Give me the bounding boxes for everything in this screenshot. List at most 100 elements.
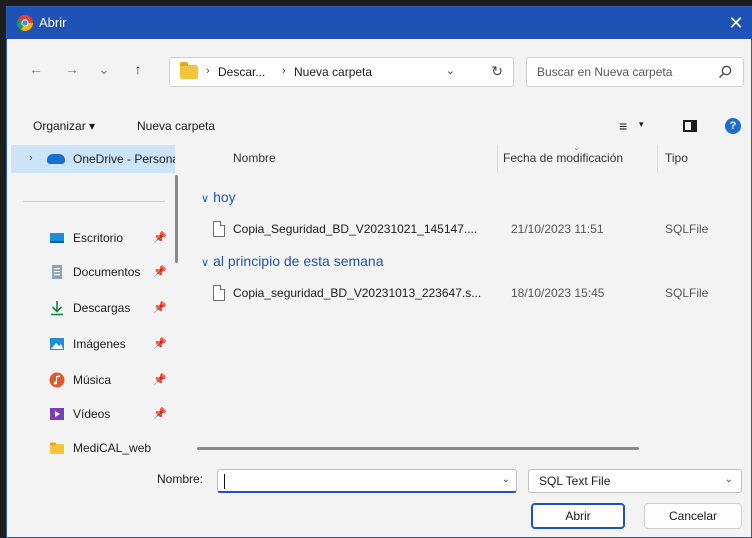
arrow-up-icon: ↑: [134, 61, 142, 77]
downloads-icon: [51, 301, 63, 316]
file-name-label: Nombre:: [157, 472, 204, 486]
horizontal-scrollbar[interactable]: [197, 447, 639, 450]
help-icon[interactable]: ?: [725, 118, 741, 134]
pin-icon: 📌: [153, 302, 167, 314]
pin-icon: 📌: [153, 232, 167, 244]
dialog-footer: Nombre: ⌄ SQL Text File ⌄ Abrir Cancelar: [7, 459, 752, 538]
table-row[interactable]: Copia_seguridad_BD_V20231013_223647.s...…: [209, 283, 739, 305]
sidebar-item-label: Vídeos: [73, 407, 111, 421]
chrome-icon: [17, 15, 33, 31]
sidebar-item-pictures[interactable]: Imágenes 📌: [7, 331, 175, 357]
file-date: 18/10/2023 15:45: [511, 286, 605, 300]
up-button[interactable]: ↑: [129, 60, 147, 78]
breadcrumb-separator-icon: ›: [206, 65, 210, 77]
file-name-input[interactable]: [224, 473, 484, 489]
group-header-this-week[interactable]: ∨ al principio de esta semana: [201, 253, 384, 269]
arrow-right-icon: →: [65, 61, 79, 77]
pin-icon: 📌: [153, 408, 167, 420]
preview-pane-icon[interactable]: [683, 120, 697, 132]
file-icon: [213, 221, 225, 237]
search-box[interactable]: [526, 57, 744, 87]
back-button[interactable]: ←: [27, 60, 45, 78]
expand-icon[interactable]: ›: [29, 152, 33, 164]
group-header-today[interactable]: ∨ hoy: [201, 189, 236, 205]
breadcrumb-downloads[interactable]: Descar...: [218, 65, 265, 79]
sidebar-item-videos[interactable]: Vídeos 📌: [7, 401, 175, 427]
folder-icon: [180, 62, 198, 79]
view-dropdown-icon[interactable]: ▾: [639, 119, 644, 130]
sidebar-item-desktop[interactable]: Escritorio 📌: [7, 225, 175, 251]
sidebar-item-label: Música: [73, 373, 112, 387]
title-bar: Abrir ✕: [7, 7, 752, 39]
breadcrumb-separator-icon: ›: [282, 65, 286, 77]
forward-button[interactable]: →: [63, 60, 81, 78]
file-name: Copia_seguridad_BD_V20231013_223647.s...: [233, 286, 482, 300]
documents-icon: [52, 265, 62, 279]
chevron-down-icon: ⌄: [98, 60, 110, 77]
sidebar-item-label: MediCAL_web: [73, 441, 152, 455]
refresh-icon[interactable]: ↻: [491, 63, 503, 80]
collapse-icon: ∨: [201, 257, 210, 269]
cancel-button[interactable]: Cancelar: [644, 503, 742, 529]
sidebar-divider: [23, 201, 165, 202]
search-input[interactable]: [537, 64, 707, 80]
address-bar[interactable]: › Descar... › Nueva carpeta ⌄ ↻: [169, 57, 514, 87]
close-button[interactable]: ✕: [719, 7, 752, 39]
sidebar-scrollbar[interactable]: [175, 175, 178, 263]
navigation-pane: › OneDrive - Personal Escritorio 📌 Docum…: [7, 145, 183, 457]
group-label: hoy: [213, 189, 236, 205]
organize-menu[interactable]: Organizar ▾: [33, 119, 95, 133]
sidebar-item-medical-web[interactable]: MediCAL_web: [7, 435, 175, 457]
column-divider[interactable]: [657, 145, 658, 173]
command-bar: Organizar ▾ Nueva carpeta ≡ ▾ ?: [7, 115, 752, 139]
file-type: SQLFile: [665, 222, 709, 236]
table-row[interactable]: Copia_Seguridad_BD_V20231021_145147.... …: [209, 219, 739, 241]
view-options-icon[interactable]: ≡: [619, 118, 627, 134]
sidebar-item-label: Imágenes: [73, 337, 126, 351]
music-icon: [49, 372, 65, 388]
search-icon[interactable]: [717, 64, 733, 80]
open-file-dialog: Abrir ✕ ← → ⌄ ↑ › Descar... › Nueva carp…: [6, 6, 752, 538]
sidebar-item-label: Escritorio: [73, 231, 124, 245]
address-dropdown-icon[interactable]: ⌄: [446, 64, 455, 77]
new-folder-button[interactable]: Nueva carpeta: [137, 119, 215, 133]
folder-icon: [50, 442, 64, 454]
videos-icon: [50, 408, 64, 420]
window-title: Abrir: [39, 15, 67, 30]
arrow-left-icon: ←: [29, 61, 43, 77]
column-header-type[interactable]: Tipo: [665, 151, 688, 165]
chevron-down-icon: ⌄: [724, 474, 733, 485]
sidebar-item-documents[interactable]: Documentos 📌: [7, 259, 175, 285]
desktop-icon: [50, 233, 64, 243]
pin-icon: 📌: [153, 266, 167, 278]
sidebar-item-music[interactable]: Música 📌: [7, 367, 175, 393]
file-date: 21/10/2023 11:51: [511, 222, 604, 236]
file-type-value: SQL Text File: [539, 474, 611, 488]
column-header-date[interactable]: Fecha de modificación: [503, 151, 623, 165]
pictures-icon: [50, 338, 64, 350]
open-button[interactable]: Abrir: [531, 503, 625, 529]
text-cursor: [224, 474, 225, 489]
column-header-name[interactable]: Nombre: [233, 151, 276, 165]
file-list: ⌄ Nombre Fecha de modificación Tipo ∨ hoy…: [191, 145, 752, 457]
collapse-icon: ∨: [201, 193, 210, 205]
recent-locations-button[interactable]: ⌄: [95, 60, 113, 78]
file-name-field[interactable]: ⌄: [217, 469, 517, 493]
cloud-icon: [47, 154, 65, 164]
group-label: al principio de esta semana: [213, 253, 384, 269]
file-name: Copia_Seguridad_BD_V20231021_145147....: [233, 222, 478, 236]
pin-icon: 📌: [153, 338, 167, 350]
pin-icon: 📌: [153, 374, 167, 386]
chevron-down-icon[interactable]: ⌄: [502, 474, 510, 485]
navigation-row: ← → ⌄ ↑ › Descar... › Nueva carpeta ⌄ ↻: [7, 40, 752, 92]
sidebar-item-label: OneDrive - Personal: [73, 152, 175, 166]
sidebar-item-label: Descargas: [73, 301, 131, 315]
column-divider[interactable]: [497, 145, 498, 173]
file-icon: [213, 285, 225, 301]
sidebar-item-downloads[interactable]: Descargas 📌: [7, 295, 175, 321]
file-type-select[interactable]: SQL Text File ⌄: [528, 469, 742, 493]
close-icon: ✕: [728, 12, 744, 33]
sidebar-item-label: Documentos: [73, 265, 141, 279]
file-type: SQLFile: [665, 286, 709, 300]
breadcrumb-new-folder[interactable]: Nueva carpeta: [294, 65, 372, 79]
